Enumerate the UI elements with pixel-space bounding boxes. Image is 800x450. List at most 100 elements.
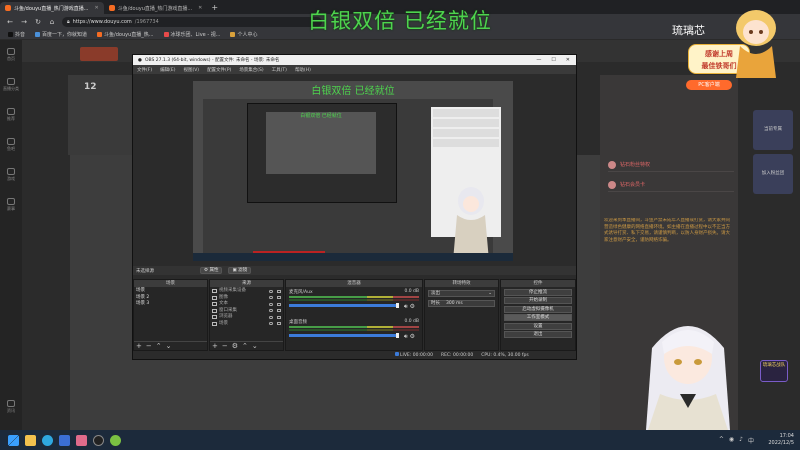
nav-yuba[interactable]: 鱼吧 (0, 138, 22, 152)
nav-match[interactable]: 赛事 (0, 198, 22, 212)
preview-mascot-icon (453, 187, 489, 261)
settings-button[interactable]: 设置 (504, 322, 572, 330)
menu-edit[interactable]: 编辑(E) (160, 67, 175, 73)
track-db: 0.0 dB (404, 289, 419, 294)
eye-icon[interactable] (269, 315, 273, 319)
menu-view[interactable]: 视图(V) (183, 67, 199, 73)
minimize-icon[interactable]: — (536, 57, 541, 63)
eye-icon[interactable] (269, 289, 273, 293)
ime-icon[interactable]: 中 (748, 436, 754, 445)
file-explorer-icon[interactable] (25, 434, 36, 446)
mixer-title: 混音器 (286, 280, 422, 287)
photos-icon[interactable] (76, 434, 87, 446)
maximize-icon[interactable]: ☐ (551, 57, 555, 63)
remove-source-icon[interactable]: − (222, 342, 228, 350)
menu-help[interactable]: 帮助(H) (295, 67, 311, 73)
nav-news[interactable]: 资讯 (0, 400, 22, 414)
preview-canvas: 白银双倍 已经就位 白银双倍 已经就位 (193, 81, 513, 261)
eye-icon[interactable] (269, 322, 273, 326)
network-icon[interactable]: ◉ (729, 436, 734, 445)
volume-icon[interactable]: ♪ (739, 436, 743, 445)
preview-row (433, 139, 499, 147)
source-item[interactable]: 场景 (212, 321, 281, 328)
chat-rank-row[interactable]: 钻石粉丝特权 (608, 158, 734, 172)
obs-titlebar[interactable]: ● OBS 27.1.3 (64-bit, windows) - 配置文件: 未… (133, 55, 576, 65)
start-recording-button[interactable]: 开始录制 (504, 297, 572, 304)
obs-window[interactable]: ● OBS 27.1.3 (64-bit, windows) - 配置文件: 未… (132, 54, 577, 360)
news-icon (7, 400, 15, 407)
side-card[interactable]: 当前专属 (753, 110, 793, 150)
properties-button[interactable]: ⚙ 属性 (200, 267, 223, 274)
volume-slider[interactable] (289, 333, 399, 338)
add-source-icon[interactable]: + (212, 342, 218, 350)
mixer-dock: 混音器 麦克风/Aux 0.0 dB 🔊︎ ⚙ 桌面音频 0.0 dB 🔊︎ ⚙ (285, 279, 423, 351)
add-scene-icon[interactable]: + (136, 342, 142, 350)
eye-icon[interactable] (269, 302, 273, 306)
chat-rank-row[interactable]: 钻石会员卡 (608, 178, 734, 192)
camera-icon (212, 289, 217, 294)
close-icon[interactable]: ✕ (566, 57, 570, 63)
mixer-track-mic: 麦克风/Aux 0.0 dB 🔊︎ ⚙ (289, 289, 419, 317)
preview-row (433, 109, 499, 117)
transitions-title: 转场特效 (425, 280, 498, 287)
clock[interactable]: 17:04 2022/12/5 (768, 433, 794, 447)
speaker-icon[interactable]: 🔊︎ ⚙ (404, 333, 415, 341)
scene-icon (212, 321, 217, 326)
menu-scene-collection[interactable]: 场景集合(S) (239, 67, 263, 73)
lock-icon[interactable] (277, 322, 281, 326)
studio-mode-button[interactable]: 工作室模式 (504, 314, 572, 321)
move-down-icon[interactable]: ⌄ (252, 342, 258, 350)
tray-expand-icon[interactable]: ^ (719, 436, 724, 445)
store-icon[interactable] (59, 434, 70, 446)
nav-recommend[interactable]: 推荐 (0, 108, 22, 122)
move-up-icon[interactable]: ⌃ (242, 342, 248, 350)
eye-icon[interactable] (269, 309, 273, 313)
lock-icon[interactable] (277, 289, 281, 293)
move-down-icon[interactable]: ⌄ (166, 342, 172, 350)
filters-button[interactable]: ▣ 滤镜 (228, 267, 252, 274)
duration-field[interactable]: 时长 300 ms (428, 300, 495, 307)
nav-home[interactable]: 首页 (0, 48, 22, 62)
room-number: 12 (84, 82, 97, 92)
settings-gear-icon[interactable]: ⚙ (232, 342, 238, 350)
lock-icon[interactable] (277, 302, 281, 306)
no-source-label: 未选择源 (136, 268, 154, 274)
game-badge[interactable]: 琉璃芯战队 (760, 360, 788, 382)
obs-preview[interactable]: 白银双倍 已经就位 白银双倍 已经就位 (193, 81, 513, 261)
lock-icon[interactable] (277, 309, 281, 313)
eye-icon[interactable] (269, 296, 273, 300)
speaker-icon[interactable]: 🔊︎ ⚙ (404, 303, 415, 311)
obs-taskbar-icon[interactable] (93, 434, 104, 446)
transitions-dock: 转场特效 淡出 ⌄ 时长 300 ms (424, 279, 499, 351)
exit-button[interactable]: 退出 (504, 331, 572, 338)
windows-start-icon[interactable] (8, 434, 19, 446)
preview-nested-canvas: 白银双倍 已经就位 (266, 112, 376, 174)
nav-game[interactable]: 游戏 (0, 168, 22, 182)
menu-profile[interactable]: 配置文件(P) (207, 67, 231, 73)
side-card[interactable]: 加入粉丝团 (753, 154, 793, 194)
stop-streaming-button[interactable]: 停止推流 (504, 288, 572, 296)
scenes-dock: 场景 场景 场景 2 场景 3 + − ⌃ ⌄ (133, 279, 208, 351)
lock-icon[interactable] (277, 296, 281, 300)
chrome-icon[interactable] (110, 434, 121, 446)
nav-label: 首页 (7, 56, 15, 61)
volume-meter (289, 299, 419, 301)
lock-icon[interactable] (277, 315, 281, 319)
edge-browser-icon[interactable] (42, 434, 53, 446)
nav-label: 直播分类 (3, 86, 19, 91)
track-db: 0.0 dB (404, 319, 419, 324)
volume-slider[interactable] (289, 303, 399, 308)
room-info-panel (68, 75, 132, 155)
menu-tools[interactable]: 工具(T) (272, 67, 287, 73)
scene-item[interactable]: 场景 3 (136, 301, 205, 308)
duration-value: 300 ms (446, 301, 463, 306)
transition-select[interactable]: 淡出 ⌄ (428, 290, 495, 297)
douyu-logo[interactable] (80, 47, 118, 61)
menu-file[interactable]: 文件(F) (137, 67, 152, 73)
move-up-icon[interactable]: ⌃ (156, 342, 162, 350)
remove-scene-icon[interactable]: − (146, 342, 152, 350)
live-status: LIVE: 00:00:00 (395, 352, 433, 358)
obs-app-icon: ● (138, 57, 142, 63)
nav-category[interactable]: 直播分类 (0, 78, 22, 92)
virtual-camera-button[interactable]: 启动虚拟摄像机 (504, 305, 572, 313)
